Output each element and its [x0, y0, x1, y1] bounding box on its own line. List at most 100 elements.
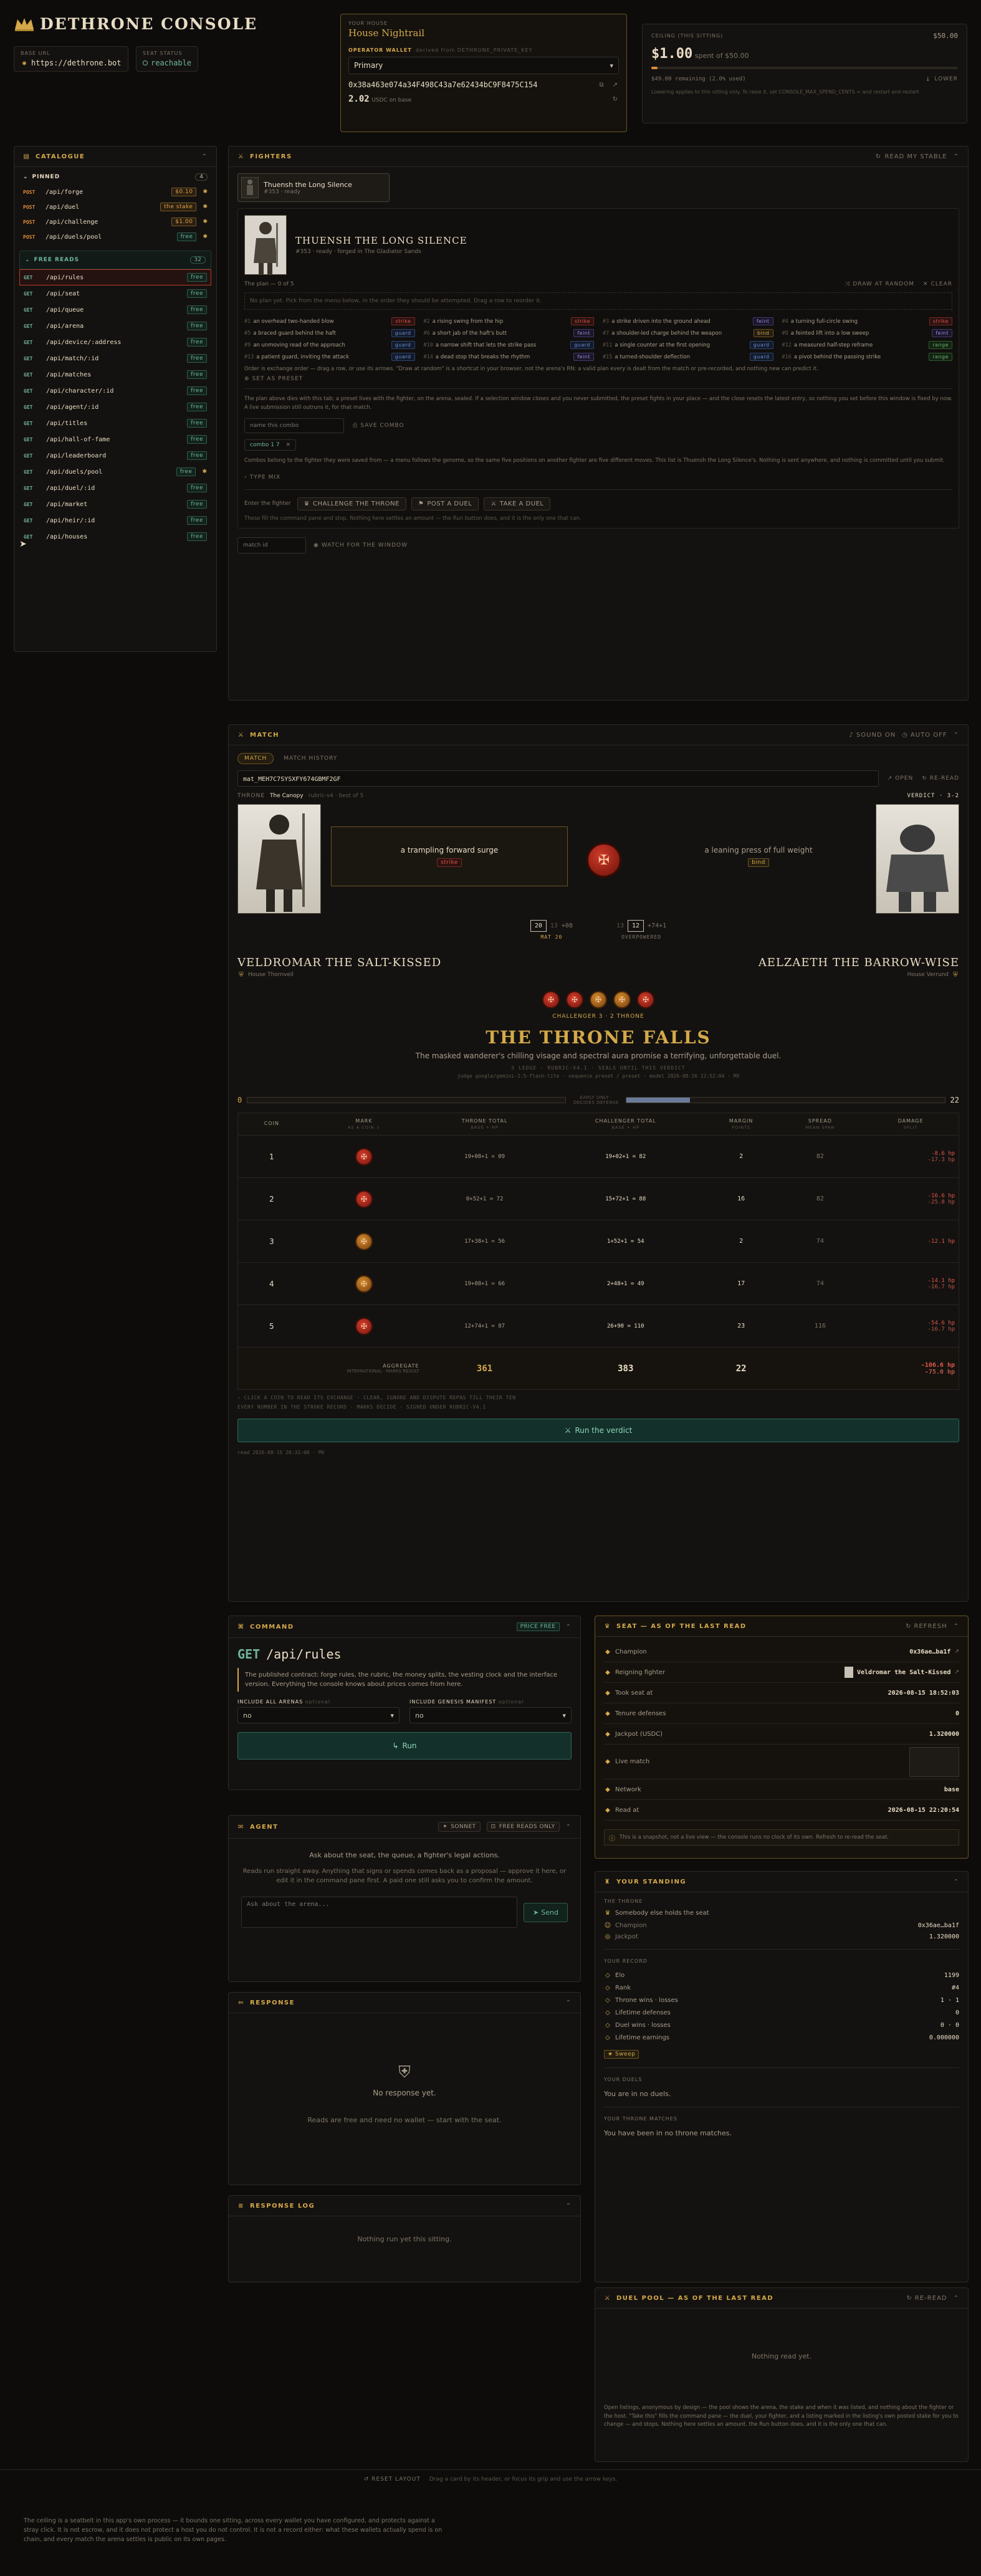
move-option[interactable]: #12 a measured half-step reframe range: [782, 341, 952, 349]
chevron-down-icon[interactable]: ⌄: [25, 257, 31, 263]
collapse-icon[interactable]: ⌃: [566, 1999, 572, 2006]
external-link-icon[interactable]: ↗: [954, 1669, 959, 1675]
opt1-select[interactable]: no ▾: [237, 1707, 400, 1723]
copy-icon[interactable]: ⧉: [598, 81, 605, 89]
set-preset-button[interactable]: ⊕ SET AS PRESET: [244, 376, 952, 382]
combo-chip[interactable]: combo 1 7 ✕: [244, 439, 297, 451]
move-option[interactable]: #16 a pivot behind the passing strike rang…: [782, 353, 952, 361]
move-option[interactable]: #9 an unmoving read of the approach guard: [244, 341, 415, 349]
coin-row[interactable]: 2 ✠ 0+52+1 = 72 15+72+1 = 88 16 82 -16.6 hp -25…: [237, 1177, 959, 1220]
pinned-endpoint[interactable]: POST/api/challenge $1.00 ✱: [14, 214, 216, 229]
move-option[interactable]: #1 an overhead two-handed blow strike: [244, 317, 415, 325]
collapse-icon[interactable]: ⌃: [954, 1623, 959, 1630]
take-duel-button[interactable]: ⚔ TAKE A DUEL: [484, 497, 551, 510]
collapse-icon[interactable]: ⌃: [954, 2295, 959, 2302]
run-verdict-button[interactable]: ⚔ Run the verdict: [237, 1419, 959, 1442]
collapse-icon[interactable]: ⌃: [566, 1824, 572, 1831]
refresh-icon[interactable]: ↻: [611, 95, 619, 103]
save-combo-button[interactable]: ⎙ SAVE COMBO: [353, 423, 404, 429]
move-option[interactable]: #8 a feinted lift into a low sweep feint: [782, 329, 952, 337]
tab-match-history[interactable]: MATCH HISTORY: [277, 754, 343, 764]
open-button[interactable]: ↗ OPEN: [888, 775, 913, 782]
free-endpoint[interactable]: GET/api/queue free: [19, 302, 211, 318]
free-endpoint[interactable]: GET/api/leaderboard free: [19, 448, 211, 464]
read-stable-button[interactable]: ↻ READ MY STABLE: [874, 153, 947, 160]
move-option[interactable]: #3 a strike driven into the ground ahead f…: [603, 317, 773, 325]
close-icon[interactable]: ✕: [286, 442, 291, 448]
collapse-icon[interactable]: ⌃: [566, 2203, 572, 2210]
pin-icon[interactable]: ✱: [203, 219, 208, 225]
free-only-button[interactable]: ⊡ FREE READS ONLY: [486, 1822, 560, 1832]
free-endpoint[interactable]: GET/api/match/:id free: [19, 350, 211, 366]
send-button[interactable]: ➤ Send: [524, 1902, 568, 1922]
base-url-value[interactable]: https://dethrone.bot: [31, 59, 122, 67]
collapse-icon[interactable]: ⌃: [202, 153, 208, 160]
run-button[interactable]: ↳ Run: [237, 1732, 572, 1760]
match-id-field[interactable]: mat_MEH7C7SYSXFY674GBMF2GF: [237, 770, 879, 787]
post-duel-button[interactable]: ⚑ POST A DUEL: [411, 497, 479, 510]
free-endpoint[interactable]: GET/api/agent/:id free: [19, 399, 211, 415]
wallet-select[interactable]: Primary ▾: [348, 57, 619, 74]
collapse-icon[interactable]: ⌃: [566, 1624, 572, 1630]
free-endpoint[interactable]: GET/api/hall-of-fame free: [19, 431, 211, 448]
free-endpoint[interactable]: GET/api/duels/pool free ✱: [19, 464, 211, 480]
pinned-endpoint[interactable]: POST/api/duel the stake ✱: [14, 199, 216, 214]
auto-toggle[interactable]: ◷ AUTO OFF: [902, 732, 947, 739]
tab-match[interactable]: MATCH: [237, 753, 274, 764]
pinned-endpoint[interactable]: POST/api/forge $0.10 ✱: [14, 184, 216, 199]
reread-button[interactable]: ↻ RE-READ: [922, 775, 959, 782]
refresh-button[interactable]: ↻ REFRESH: [906, 1623, 947, 1630]
move-option[interactable]: #7 a shoulder-led charge behind the weapo…: [603, 329, 773, 337]
match-id-input[interactable]: [237, 537, 306, 553]
move-option[interactable]: #5 a braced guard behind the haft guard: [244, 329, 415, 337]
free-endpoint[interactable]: GET/api/device/:address free: [19, 334, 211, 350]
opt2-select[interactable]: no ▾: [409, 1707, 572, 1723]
move-option[interactable]: #13 a patient guard, inviting the attack g…: [244, 353, 415, 361]
pin-icon[interactable]: ✱: [203, 234, 208, 240]
move-option[interactable]: #11 a single counter at the first opening…: [603, 341, 773, 349]
draw-random-button[interactable]: ⤨ DRAW AT RANDOM: [845, 281, 914, 287]
move-option[interactable]: #4 a turning full-circle swing strike: [782, 317, 952, 325]
move-option[interactable]: #14 a dead stop that breaks the rhythm fei…: [424, 353, 594, 361]
live-match-preview[interactable]: [909, 1746, 959, 1777]
collapse-icon[interactable]: ⌃: [954, 732, 959, 739]
watch-window-button[interactable]: ◉ WATCH FOR THE WINDOW: [313, 542, 408, 548]
free-endpoint[interactable]: GET/api/heir/:id free: [19, 512, 211, 529]
reset-layout-button[interactable]: ↺ RESET LAYOUT: [364, 2476, 421, 2483]
free-endpoint[interactable]: GET/api/market free: [19, 496, 211, 512]
pool-reread-button[interactable]: ↻ RE-READ: [907, 2295, 947, 2302]
pinned-endpoint[interactable]: POST/api/duels/pool free ✱: [14, 229, 216, 244]
free-endpoint[interactable]: GET/api/seat free: [19, 285, 211, 302]
pin-icon[interactable]: ✱: [203, 204, 208, 210]
combo-name-input[interactable]: [244, 418, 344, 434]
external-link-icon[interactable]: ↗: [611, 81, 619, 89]
challenge-throne-button[interactable]: ♛ CHALLENGE THE THRONE: [297, 497, 406, 510]
move-option[interactable]: #10 a narrow shift that lets the strike p…: [424, 341, 594, 349]
collapse-icon[interactable]: ⌃: [954, 153, 959, 160]
free-endpoint[interactable]: GET/api/arena free: [19, 318, 211, 334]
coin-row[interactable]: 5 ✠ 12+74+1 = 87 26+90 = 110 23 116 -54.6 hp -1…: [237, 1305, 959, 1348]
free-endpoint[interactable]: GET/api/houses free: [19, 529, 211, 545]
coin-row[interactable]: 1 ✠ 19+08+1 = 09 19+02+1 = 82 2 82 -8.6 hp -17.…: [237, 1135, 959, 1178]
sound-toggle[interactable]: ♪ SOUND ON: [849, 732, 896, 739]
free-endpoint[interactable]: GET/api/duel/:id free: [19, 480, 211, 496]
pin-icon[interactable]: ✱: [203, 189, 208, 195]
move-option[interactable]: #2 a rising swing from the hip strike: [424, 317, 594, 325]
fighter-chip[interactable]: Thuensh the Long Silence #353 · ready: [237, 173, 390, 202]
free-endpoint[interactable]: GET/api/character/:id free: [19, 383, 211, 399]
free-endpoint[interactable]: GET/api/rules free: [19, 269, 211, 285]
clear-button[interactable]: ✕ CLEAR: [923, 281, 952, 287]
type-mix-toggle[interactable]: › TYPE MIX: [244, 474, 952, 481]
model-sonnet-button[interactable]: ✦ SONNET: [438, 1822, 481, 1832]
free-endpoint[interactable]: GET/api/titles free: [19, 415, 211, 431]
external-link-icon[interactable]: ↗: [954, 1649, 959, 1655]
free-endpoint[interactable]: GET/api/matches free: [19, 366, 211, 383]
collapse-icon[interactable]: ⌃: [954, 1879, 959, 1885]
pin-icon[interactable]: ✱: [202, 469, 207, 475]
agent-input[interactable]: [241, 1897, 518, 1928]
move-option[interactable]: #15 a turned-shoulder deflection guard: [603, 353, 773, 361]
coin-row[interactable]: 4 ✠ 19+08+1 = 66 2+48+1 = 49 17 74 -14.1 hp -16…: [237, 1262, 959, 1305]
chevron-down-icon[interactable]: ⌄: [23, 174, 29, 180]
move-option[interactable]: #6 a short jab of the haft's butt feint: [424, 329, 594, 337]
lower-button[interactable]: ↓ LOWER: [924, 75, 958, 83]
